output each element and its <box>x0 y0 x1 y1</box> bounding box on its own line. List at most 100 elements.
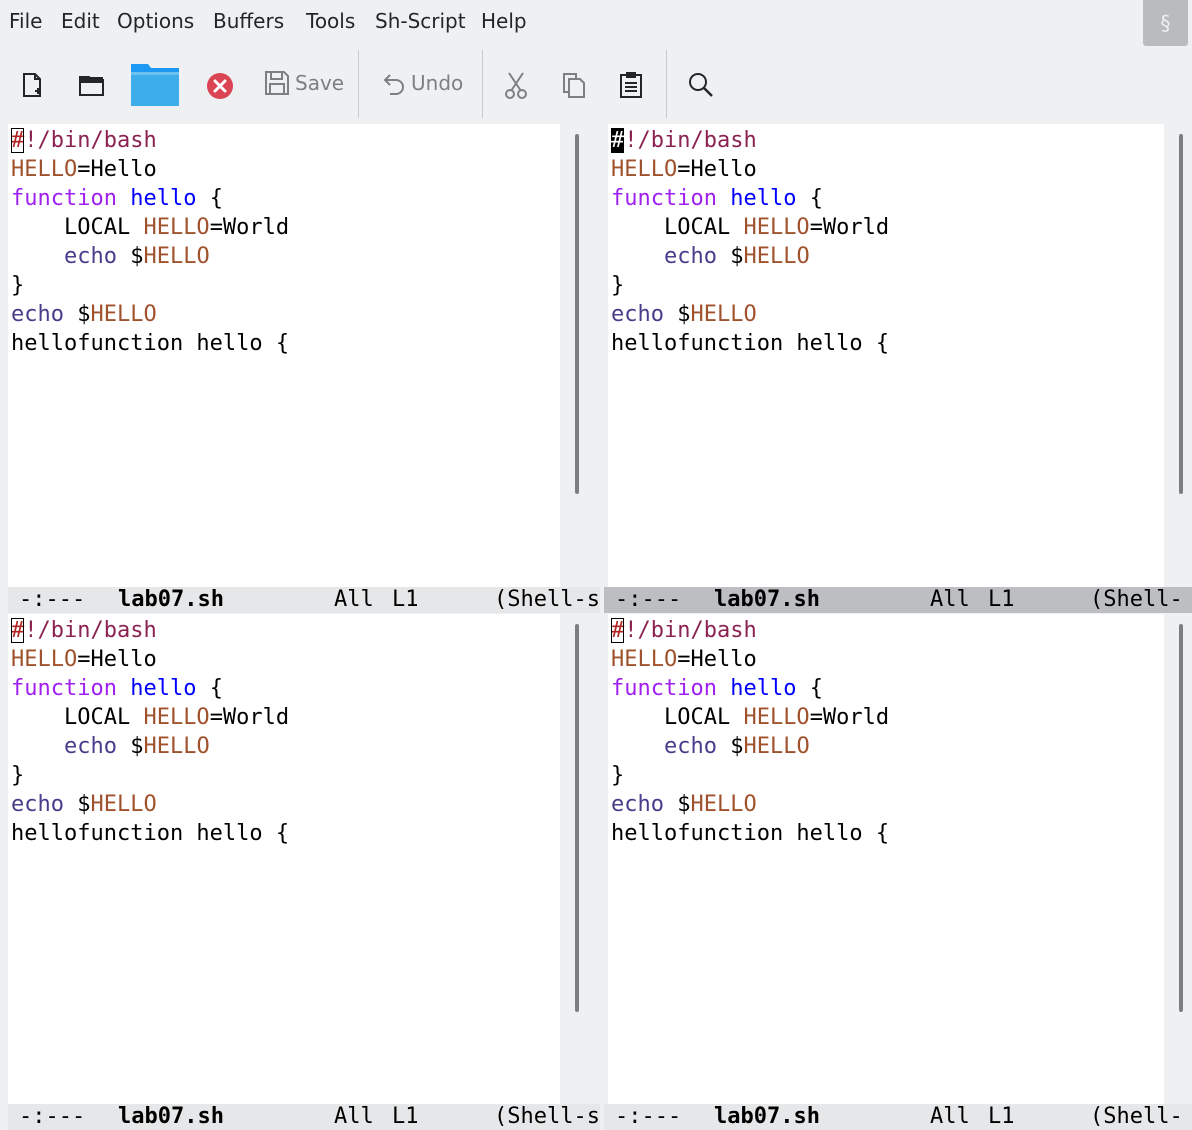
mode-line-position: All <box>930 587 970 612</box>
code-line: echo $HELLO <box>11 302 157 327</box>
toolbar-separator <box>666 50 667 118</box>
code-line: #!/bin/bash <box>11 618 157 643</box>
code-line: hellofunction hello { <box>11 821 290 846</box>
code-line: echo $HELLO <box>63 244 210 269</box>
menu-options[interactable]: Options <box>117 9 194 33</box>
scrollbar-thumb[interactable] <box>575 624 579 1012</box>
undo-icon <box>383 74 404 95</box>
menu-edit[interactable]: Edit <box>61 9 100 33</box>
code-line: LOCAL HELLO=World <box>11 215 290 240</box>
mode-line-position: All <box>334 1104 374 1129</box>
mode-line-buffer-name: lab07.sh <box>118 1104 224 1129</box>
menu-bar: File Edit Options Buffers Tools Sh-Scrip… <box>0 0 1192 46</box>
code-line: } <box>11 763 25 788</box>
vertical-scrollbar[interactable] <box>560 614 608 1104</box>
open-file-button[interactable] <box>78 73 106 97</box>
menu-file[interactable]: File <box>9 9 42 33</box>
mode-line[interactable]: -:--- lab07.sh All L1 (Shell-s <box>8 1104 600 1130</box>
code-line: hellofunction hello { <box>611 331 890 356</box>
vertical-scrollbar[interactable] <box>1164 614 1192 1104</box>
mode-line-mode: (Shell-s <box>494 587 600 612</box>
mode-line-status: -:--- <box>615 1104 682 1129</box>
new-file-icon <box>23 73 41 97</box>
code-line: function hello { <box>611 676 823 701</box>
mode-line[interactable]: -:--- lab07.sh All L1 (Shell- <box>604 587 1192 613</box>
mode-line-status: -:--- <box>19 1104 86 1129</box>
copy-button[interactable] <box>562 72 586 98</box>
undo-button[interactable]: Undo <box>382 70 463 96</box>
mode-line-mode: (Shell-s <box>494 1104 600 1129</box>
code-line: HELLO=Hello <box>11 157 157 182</box>
code-line: echo $HELLO <box>11 792 157 817</box>
code-line: function hello { <box>11 186 223 211</box>
save-label: Save <box>295 71 345 95</box>
copy-icon <box>563 73 585 98</box>
kill-buffer-button[interactable] <box>206 72 234 100</box>
mode-line[interactable]: -:--- lab07.sh All L1 (Shell- <box>604 1104 1192 1130</box>
menu-help[interactable]: Help <box>481 9 527 33</box>
code-line: echo $HELLO <box>63 734 210 759</box>
mode-line-buffer-name: lab07.sh <box>714 587 820 612</box>
code-line: #!/bin/bash <box>611 128 757 153</box>
mode-line-line: L1 <box>392 587 419 612</box>
new-file-button[interactable] <box>20 72 44 98</box>
corner-button[interactable]: § <box>1143 0 1188 46</box>
cut-button[interactable] <box>503 71 529 99</box>
code-text[interactable]: #!/bin/bash HELLO=Hello function hello { L… <box>11 616 289 848</box>
code-line: function hello { <box>11 676 223 701</box>
code-line: } <box>611 273 625 298</box>
scrollbar-thumb[interactable] <box>1179 624 1183 1012</box>
mode-line-position: All <box>334 587 374 612</box>
code-line: } <box>611 763 625 788</box>
mode-line-line: L1 <box>988 587 1015 612</box>
toolbar: Save Undo <box>0 46 1192 124</box>
code-line: echo $HELLO <box>611 302 757 327</box>
code-line: LOCAL HELLO=World <box>611 215 890 240</box>
scrollbar-thumb[interactable] <box>575 134 579 494</box>
mode-line[interactable]: -:--- lab07.sh All L1 (Shell-s <box>8 587 600 613</box>
open-folder-icon <box>79 76 104 96</box>
editor-window[interactable]: #!/bin/bash HELLO=Hello function hello { L… <box>8 614 560 1104</box>
mode-line-mode: (Shell- <box>1090 587 1183 612</box>
mode-line-buffer-name: lab07.sh <box>118 587 224 612</box>
mode-line-status: -:--- <box>19 587 86 612</box>
code-line: function hello { <box>611 186 823 211</box>
save-icon <box>265 71 289 95</box>
code-text[interactable]: #!/bin/bash HELLO=Hello function hello { L… <box>611 616 889 848</box>
paste-icon <box>620 72 642 98</box>
search-button[interactable] <box>687 71 715 99</box>
code-line: #!/bin/bash <box>611 618 757 643</box>
mode-line-line: L1 <box>392 1104 419 1129</box>
menu-buffers[interactable]: Buffers <box>213 9 284 33</box>
editor-window[interactable]: #!/bin/bash HELLO=Hello function hello { L… <box>8 124 560 587</box>
code-line: HELLO=Hello <box>11 647 157 672</box>
menu-tools[interactable]: Tools <box>306 9 355 33</box>
editor-window[interactable]: #!/bin/bash HELLO=Hello function hello { L… <box>608 124 1164 587</box>
mode-line-position: All <box>930 1104 970 1129</box>
mode-line-buffer-name: lab07.sh <box>714 1104 820 1129</box>
vertical-scrollbar[interactable] <box>1164 124 1192 587</box>
save-button[interactable]: Save <box>264 70 344 96</box>
cut-icon <box>505 72 527 99</box>
menu-sh-script[interactable]: Sh-Script <box>375 9 466 33</box>
close-icon <box>207 73 233 99</box>
code-line: LOCAL HELLO=World <box>11 705 290 730</box>
vertical-scrollbar[interactable] <box>560 124 608 587</box>
paste-button[interactable] <box>619 71 643 99</box>
code-line: HELLO=Hello <box>611 157 757 182</box>
toolbar-separator <box>482 50 483 118</box>
scrollbar-thumb[interactable] <box>1179 134 1183 494</box>
mode-line-mode: (Shell- <box>1090 1104 1183 1129</box>
code-line: echo $HELLO <box>663 734 810 759</box>
code-line: hellofunction hello { <box>611 821 890 846</box>
dired-button[interactable] <box>130 61 180 107</box>
undo-label: Undo <box>411 71 464 95</box>
editor-window[interactable]: #!/bin/bash HELLO=Hello function hello { L… <box>608 614 1164 1104</box>
code-line: LOCAL HELLO=World <box>611 705 890 730</box>
dired-folder-icon <box>131 64 179 106</box>
code-text[interactable]: #!/bin/bash HELLO=Hello function hello { L… <box>11 126 289 358</box>
toolbar-separator <box>358 50 359 118</box>
mode-line-status: -:--- <box>615 587 682 612</box>
code-text[interactable]: #!/bin/bash HELLO=Hello function hello { L… <box>611 126 889 358</box>
code-line: echo $HELLO <box>611 792 757 817</box>
